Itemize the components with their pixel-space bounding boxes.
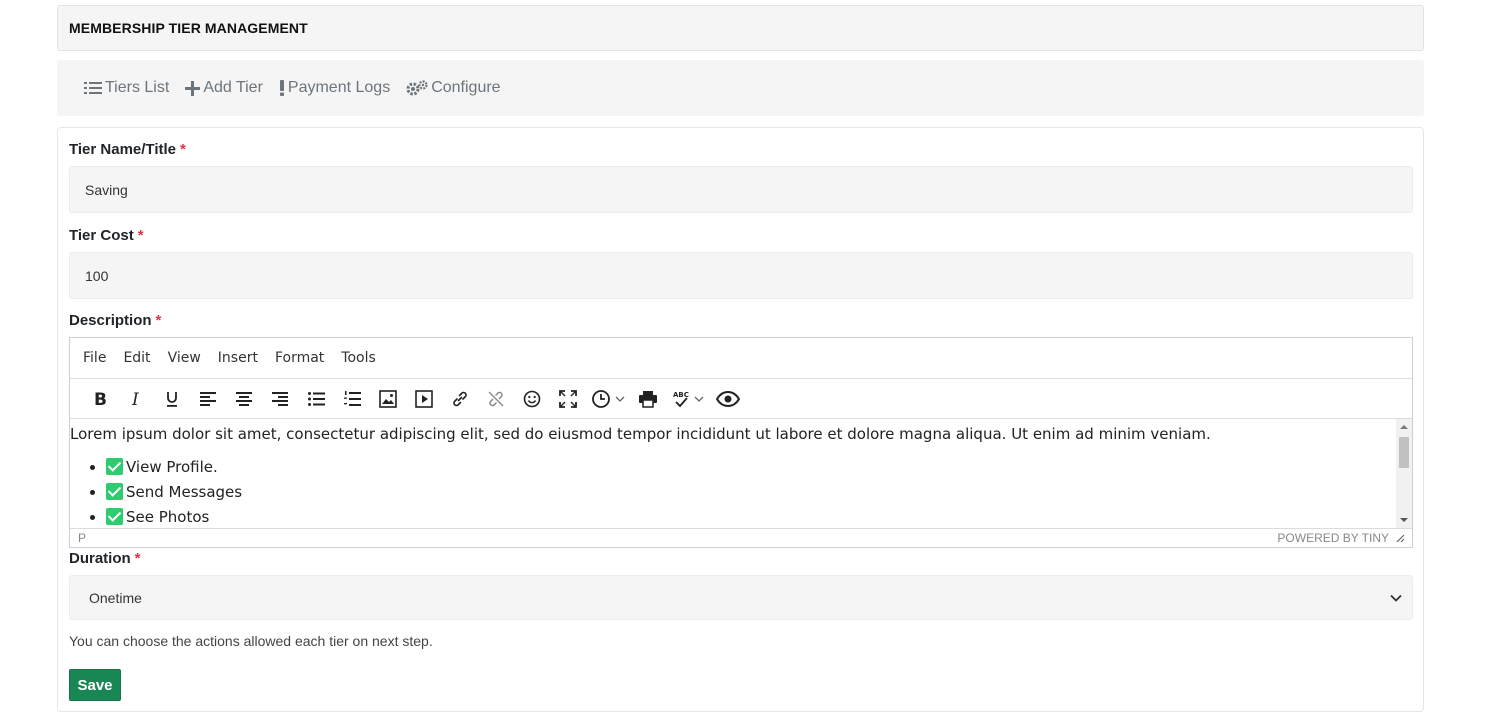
tier-name-label: Tier Name/Title * xyxy=(69,141,186,158)
menu-format[interactable]: Format xyxy=(275,350,324,366)
editor-scrollbar[interactable] xyxy=(1396,419,1412,528)
duration-select[interactable]: Onetime xyxy=(69,575,1413,620)
caret-down-icon xyxy=(1400,518,1408,522)
spellcheck-button[interactable]: ABC xyxy=(666,384,710,414)
menu-edit[interactable]: Edit xyxy=(123,350,150,366)
fullscreen-icon xyxy=(559,389,577,408)
align-center-icon xyxy=(236,391,252,406)
scroll-thumb[interactable] xyxy=(1399,437,1409,468)
nav-payment-logs[interactable]: Payment Logs xyxy=(279,79,390,97)
duration-label: Duration * xyxy=(69,550,141,567)
menu-insert[interactable]: Insert xyxy=(218,350,258,366)
svg-text:I: I xyxy=(131,391,139,407)
bullet-list-icon xyxy=(307,391,325,406)
italic-icon: I xyxy=(131,391,139,407)
editor-checklist: View Profile. Send Messages See Photos xyxy=(70,455,1412,528)
italic-button[interactable]: I xyxy=(118,384,154,414)
underline-icon xyxy=(167,391,177,407)
menu-view[interactable]: View xyxy=(168,350,201,366)
nav-add-tier[interactable]: Add Tier xyxy=(185,79,263,97)
element-path[interactable]: P xyxy=(78,531,86,545)
gears-icon xyxy=(406,80,428,96)
smiley-icon xyxy=(523,390,541,407)
unlink-button[interactable] xyxy=(478,384,514,414)
unlink-icon xyxy=(488,391,504,406)
tier-cost-label: Tier Cost * xyxy=(69,227,144,244)
menu-file[interactable]: File xyxy=(83,350,106,366)
numbered-list-icon xyxy=(343,390,361,406)
nav-payment-logs-label: Payment Logs xyxy=(287,79,391,96)
preview-button[interactable] xyxy=(710,384,746,414)
exclamation-icon xyxy=(279,80,284,96)
link-icon xyxy=(453,391,467,406)
eye-icon xyxy=(716,390,740,407)
insert-datetime-button[interactable] xyxy=(586,384,630,414)
nav-bar: Tiers List Add Tier Payment Logs Configu… xyxy=(57,60,1424,116)
editor-paragraph: Lorem ipsum dolor sit amet, consectetur … xyxy=(70,425,1211,443)
align-left-icon xyxy=(200,391,216,406)
required-mark: * xyxy=(137,227,144,244)
bullet-list-button[interactable] xyxy=(298,384,334,414)
help-text: You can choose the actions allowed each … xyxy=(69,633,433,649)
svg-text:B: B xyxy=(94,391,107,407)
required-mark: * xyxy=(180,141,186,158)
caret-up-icon xyxy=(1400,425,1408,429)
nav-tiers-list[interactable]: Tiers List xyxy=(84,79,169,97)
align-right-button[interactable] xyxy=(262,384,298,414)
checkmark-icon xyxy=(106,458,123,475)
bold-button[interactable]: B xyxy=(82,384,118,414)
rich-text-editor: File Edit View Insert Format Tools B I A… xyxy=(69,337,1413,548)
numbered-list-button[interactable] xyxy=(334,384,370,414)
insert-media-button[interactable] xyxy=(406,384,442,414)
chevron-down-icon xyxy=(615,396,625,402)
bold-icon: B xyxy=(94,391,107,407)
scroll-down-button[interactable] xyxy=(1396,512,1412,528)
page-title: MEMBERSHIP TIER MANAGEMENT xyxy=(69,20,308,36)
fullscreen-button[interactable] xyxy=(550,384,586,414)
description-label: Description * xyxy=(69,312,162,329)
spellcheck-icon: ABC xyxy=(673,391,689,407)
align-right-icon xyxy=(272,391,288,406)
media-icon xyxy=(415,389,433,408)
align-left-button[interactable] xyxy=(190,384,226,414)
chevron-down-icon xyxy=(1390,594,1402,602)
clock-icon xyxy=(592,389,610,408)
powered-by-link[interactable]: POWERED BY TINY xyxy=(1277,531,1389,545)
tier-form: Tier Name/Title* Tier Cost* Description*… xyxy=(57,127,1424,712)
scroll-up-button[interactable] xyxy=(1396,419,1412,435)
underline-button[interactable] xyxy=(154,384,190,414)
menu-tools[interactable]: Tools xyxy=(341,350,376,366)
insert-link-button[interactable] xyxy=(442,384,478,414)
list-item: View Profile. xyxy=(106,455,1412,480)
print-icon xyxy=(639,390,657,408)
required-mark: * xyxy=(134,550,141,567)
editor-statusbar: P POWERED BY TINY xyxy=(70,528,1412,547)
editor-content-area[interactable]: Lorem ipsum dolor sit amet, consectetur … xyxy=(70,419,1412,528)
list-icon xyxy=(84,82,102,94)
nav-configure[interactable]: Configure xyxy=(406,79,501,97)
required-mark: * xyxy=(155,312,162,329)
list-item: See Photos xyxy=(106,505,1412,528)
tier-cost-input[interactable] xyxy=(69,252,1413,299)
editor-toolbar: B I ABC xyxy=(70,379,1412,419)
print-button[interactable] xyxy=(630,384,666,414)
nav-add-tier-label: Add Tier xyxy=(203,79,263,96)
list-item: Send Messages xyxy=(106,480,1412,505)
emoticons-button[interactable] xyxy=(514,384,550,414)
duration-selected-value: Onetime xyxy=(89,589,142,606)
tier-name-input[interactable] xyxy=(69,166,1413,213)
image-icon xyxy=(379,389,397,408)
checkmark-icon xyxy=(106,483,123,500)
editor-menubar: File Edit View Insert Format Tools xyxy=(70,338,1412,379)
save-button[interactable]: Save xyxy=(69,669,121,701)
checkmark-icon xyxy=(106,508,123,525)
insert-image-button[interactable] xyxy=(370,384,406,414)
nav-tiers-list-label: Tiers List xyxy=(105,79,170,96)
resize-handle-icon[interactable] xyxy=(1395,533,1405,543)
chevron-down-icon xyxy=(694,396,704,402)
align-center-button[interactable] xyxy=(226,384,262,414)
plus-icon xyxy=(185,80,201,96)
nav-configure-label: Configure xyxy=(431,79,501,96)
page-header: MEMBERSHIP TIER MANAGEMENT xyxy=(57,5,1424,51)
